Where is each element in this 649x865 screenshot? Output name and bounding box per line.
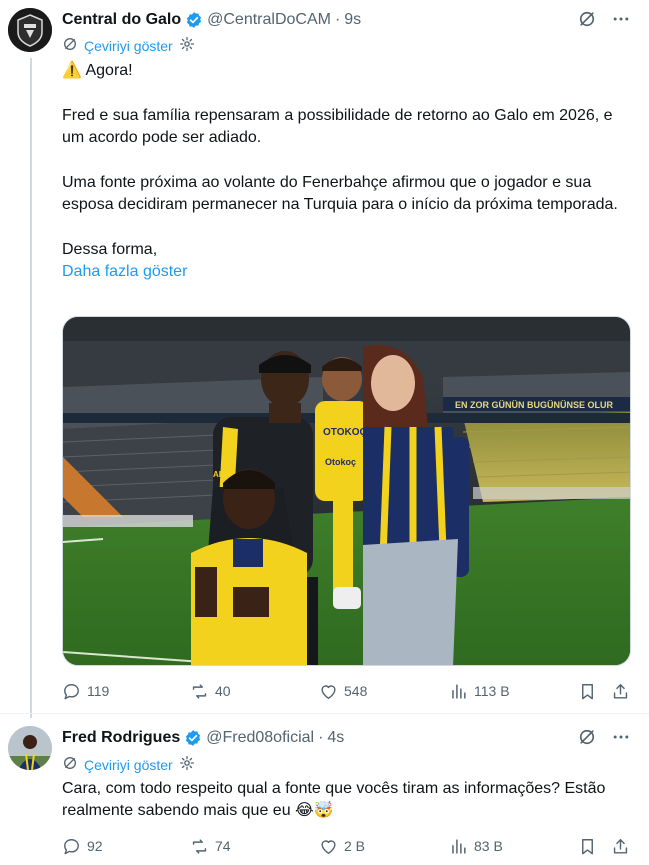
- avatar[interactable]: [8, 8, 52, 52]
- reply-count: 92: [87, 838, 103, 854]
- bookmark-button[interactable]: [578, 682, 597, 701]
- share-icon: [611, 682, 630, 701]
- bookmark-icon: [578, 682, 597, 701]
- share-button[interactable]: [611, 682, 630, 701]
- show-more-link[interactable]: Daha fazla göster: [62, 261, 632, 283]
- warning-emoji: ⚠️: [62, 62, 82, 79]
- tweet-actions: 92 74 2 B 83 B: [62, 835, 632, 857]
- reply-button[interactable]: 92: [62, 837, 103, 856]
- stadium-banner-text: EN ZOR GÜNÜN BUGÜNÜNSE OLUR: [455, 400, 614, 410]
- more-icon[interactable]: [611, 727, 631, 752]
- repost-count: 74: [215, 838, 231, 854]
- tweet-text: Cara, com todo respeito qual a fonte que…: [62, 780, 606, 819]
- tweet-text: ⚠️ Agora! Fred e sua família repensaram …: [62, 60, 632, 283]
- like-button[interactable]: 548: [319, 682, 367, 701]
- tweet-divider: [0, 713, 649, 714]
- views-icon: [449, 682, 468, 701]
- avatar[interactable]: [8, 726, 52, 770]
- tweet-top-actions: [577, 9, 631, 34]
- repost-button[interactable]: 40: [190, 682, 231, 701]
- gear-icon[interactable]: [179, 755, 195, 774]
- translate-icon: [62, 755, 78, 774]
- verified-badge-icon: [184, 729, 202, 747]
- sponsor-text: Otokoç: [325, 457, 356, 467]
- views-count: 113 B: [474, 683, 510, 699]
- grok-icon[interactable]: [577, 727, 597, 752]
- views-button[interactable]: 113 B: [449, 682, 510, 701]
- display-name[interactable]: Fred Rodrigues: [62, 729, 180, 747]
- reply-count: 119: [87, 683, 110, 699]
- paragraph-4: Dessa forma,: [62, 241, 158, 258]
- thread-line: [30, 58, 32, 718]
- paragraph-3: Uma fonte próxima ao volante do Fenerbah…: [62, 174, 618, 213]
- separator: ·: [334, 11, 341, 28]
- gear-icon[interactable]: [179, 36, 195, 55]
- repost-button[interactable]: 74: [190, 837, 231, 856]
- repost-icon: [190, 682, 209, 701]
- verified-badge-icon: [185, 11, 203, 29]
- translate-icon: [62, 36, 78, 55]
- tweet-top-actions: [577, 727, 631, 752]
- timestamp[interactable]: 9s: [344, 11, 361, 29]
- like-count: 2 B: [344, 838, 366, 854]
- handle[interactable]: @CentralDoCAM: [207, 11, 331, 29]
- paragraph-1-text: Agora!: [85, 62, 133, 79]
- tweet-actions: 119 40 548 113 B: [62, 680, 632, 702]
- views-button[interactable]: 83 B: [449, 837, 503, 856]
- translate-link[interactable]: Çeviriyi göster: [84, 38, 173, 54]
- share-button[interactable]: [611, 837, 630, 856]
- paragraph-1: ⚠️ Agora!: [62, 60, 632, 82]
- tweet-header: Central do Galo @CentralDoCAM · 9s: [62, 9, 361, 31]
- paragraph-2: Fred e sua família repensaram a possibil…: [62, 107, 613, 146]
- views-icon: [449, 837, 468, 856]
- handle[interactable]: @Fred08oficial: [206, 729, 314, 747]
- reply-icon: [62, 682, 81, 701]
- like-button[interactable]: 2 B: [319, 837, 365, 856]
- tweet-header: Fred Rodrigues @Fred08oficial · 4s: [62, 727, 344, 749]
- shirt-text-otokoc: OTOKOÇ: [323, 427, 367, 438]
- timestamp[interactable]: 4s: [327, 729, 344, 747]
- grok-icon[interactable]: [577, 9, 597, 34]
- bookmark-icon: [578, 837, 597, 856]
- reply-icon: [62, 837, 81, 856]
- display-name[interactable]: Central do Galo: [62, 11, 181, 29]
- tweet-photo[interactable]: EN ZOR GÜNÜN BUGÜNÜNSE OLUR ALPA OTOKOÇ …: [62, 316, 631, 666]
- bookmark-button[interactable]: [578, 837, 597, 856]
- views-count: 83 B: [474, 838, 503, 854]
- more-icon[interactable]: [611, 9, 631, 34]
- translate-row: Çeviriyi göster: [62, 36, 195, 55]
- like-icon: [319, 837, 338, 856]
- like-icon: [319, 682, 338, 701]
- reply-button[interactable]: 119: [62, 682, 109, 701]
- repost-count: 40: [215, 683, 231, 699]
- translate-link[interactable]: Çeviriyi göster: [84, 757, 173, 773]
- share-icon: [611, 837, 630, 856]
- repost-icon: [190, 837, 209, 856]
- translate-row: Çeviriyi göster: [62, 755, 195, 774]
- like-count: 548: [344, 683, 368, 699]
- separator: ·: [318, 729, 324, 746]
